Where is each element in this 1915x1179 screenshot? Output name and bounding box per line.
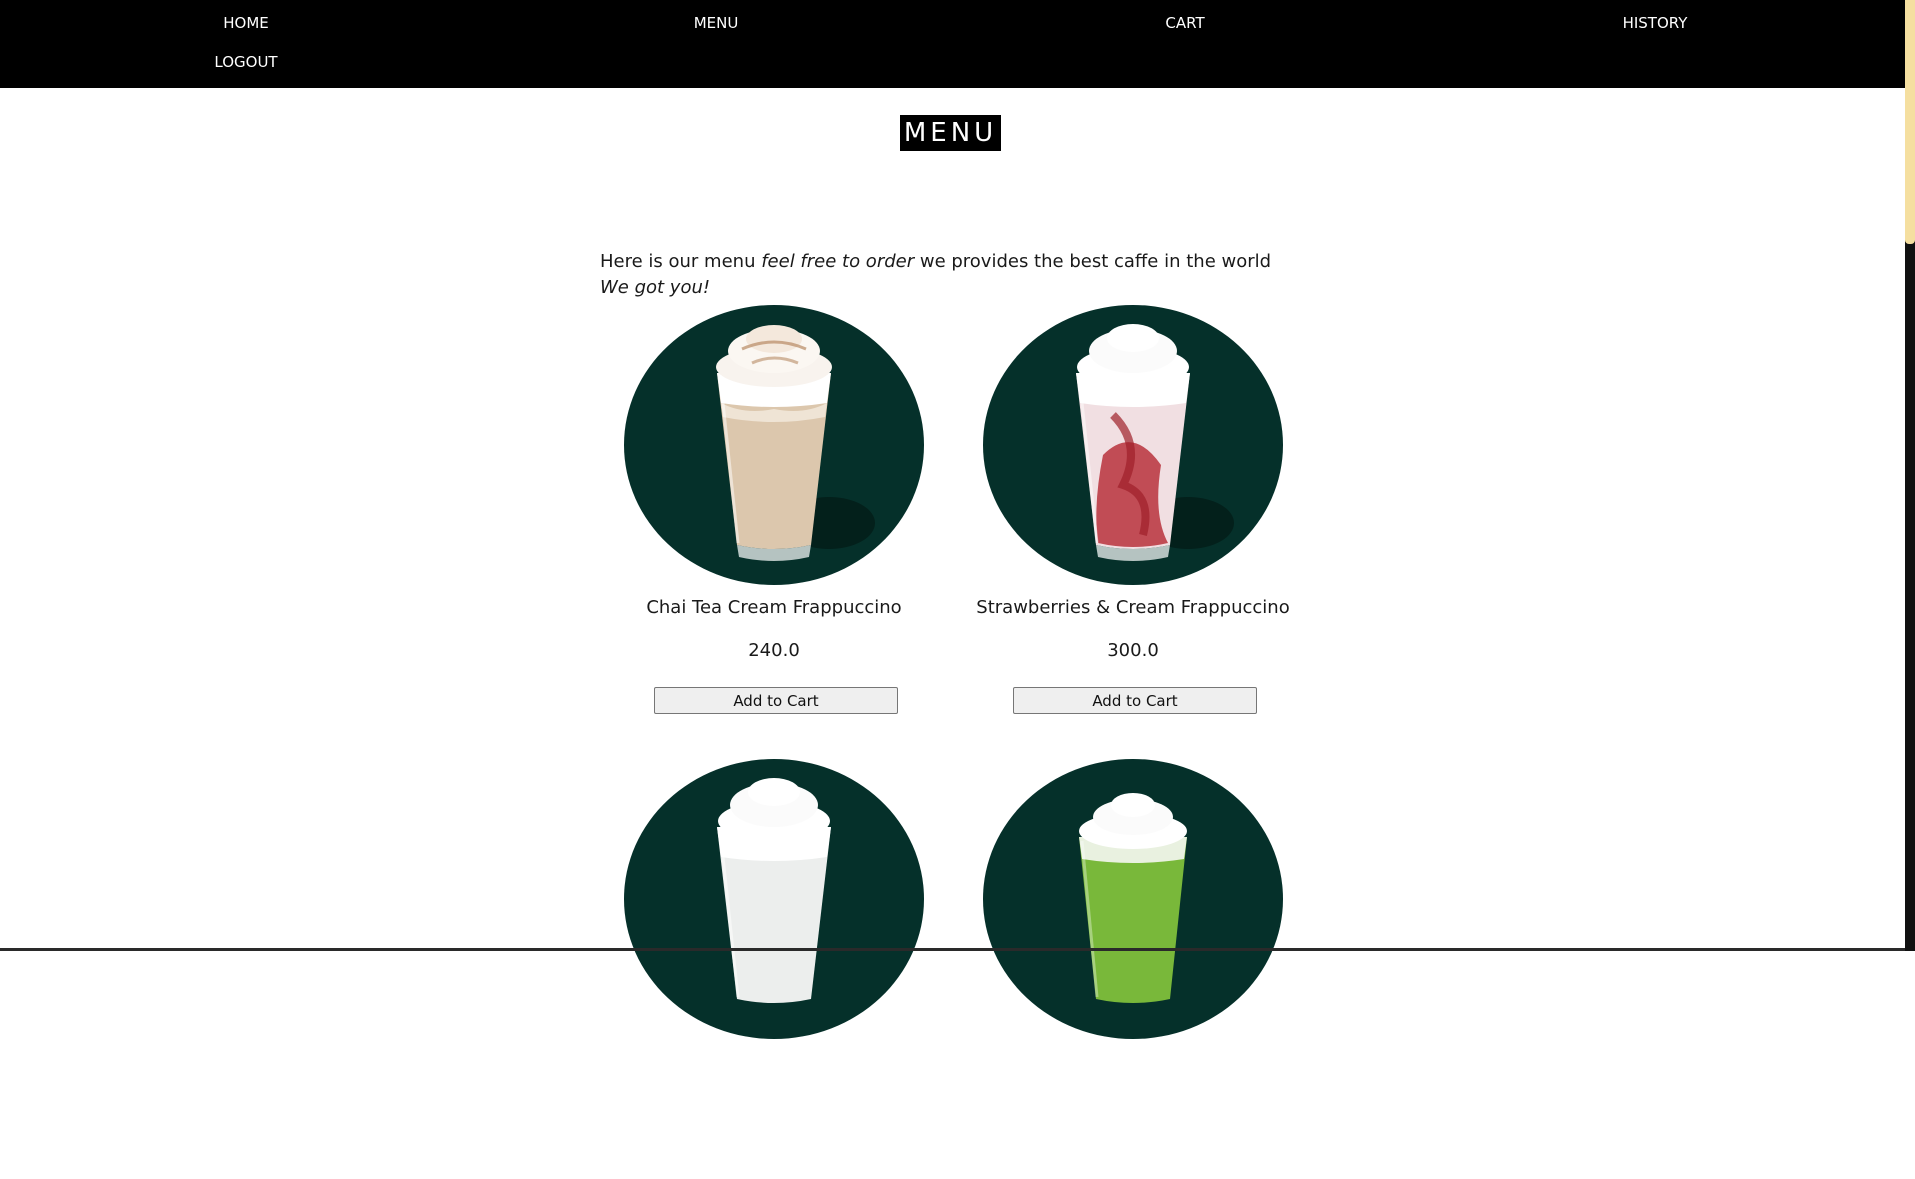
add-to-cart-button[interactable]: Add to Cart — [1013, 687, 1257, 714]
nav-menu-link[interactable]: MENU — [694, 14, 739, 32]
matcha-frappuccino-image — [1079, 793, 1187, 1003]
product-card-matcha — [923, 759, 1283, 1179]
product-image-vanilla — [624, 759, 924, 1039]
product-image-matcha — [983, 759, 1283, 1039]
scrollbar-track[interactable] — [1905, 0, 1915, 951]
product-price: 300.0 — [1107, 640, 1159, 661]
chai-frappuccino-image — [716, 325, 875, 561]
product-image-chai — [624, 305, 924, 585]
nav-cart-link[interactable]: CART — [1165, 14, 1204, 32]
product-card-vanilla — [564, 759, 924, 1179]
intro-emphasis-order: feel free to order — [761, 251, 915, 272]
intro-text: Here is our menu feel free to order we p… — [600, 249, 1280, 301]
vanilla-frappuccino-image — [717, 778, 831, 1003]
top-navbar: HOME MENU CART HISTORY LOGOUT — [0, 0, 1905, 88]
product-image-strawberry — [983, 305, 1283, 585]
intro-text-start: Here is our menu — [600, 251, 762, 272]
product-card-chai: Chai Tea Cream Frappuccino 240.0 Add to … — [564, 305, 924, 725]
strawberry-frappuccino-image — [1076, 324, 1234, 561]
nav-history-link[interactable]: HISTORY — [1623, 14, 1688, 32]
product-name: Strawberries & Cream Frappuccino — [976, 597, 1290, 618]
nav-home-link[interactable]: HOME — [223, 14, 269, 32]
add-to-cart-button[interactable]: Add to Cart — [654, 687, 898, 714]
intro-text-middle: we provides the best caffe in the world — [914, 251, 1272, 272]
product-price: 240.0 — [748, 640, 800, 661]
scrollbar-thumb[interactable] — [1905, 0, 1915, 244]
page-title: MENU — [900, 115, 1001, 151]
product-card-strawberry: Strawberries & Cream Frappuccino 300.0 A… — [923, 305, 1290, 725]
intro-emphasis-got-you: We got you! — [600, 277, 711, 298]
product-name: Chai Tea Cream Frappuccino — [646, 597, 902, 618]
nav-logout-link[interactable]: LOGOUT — [214, 53, 277, 71]
